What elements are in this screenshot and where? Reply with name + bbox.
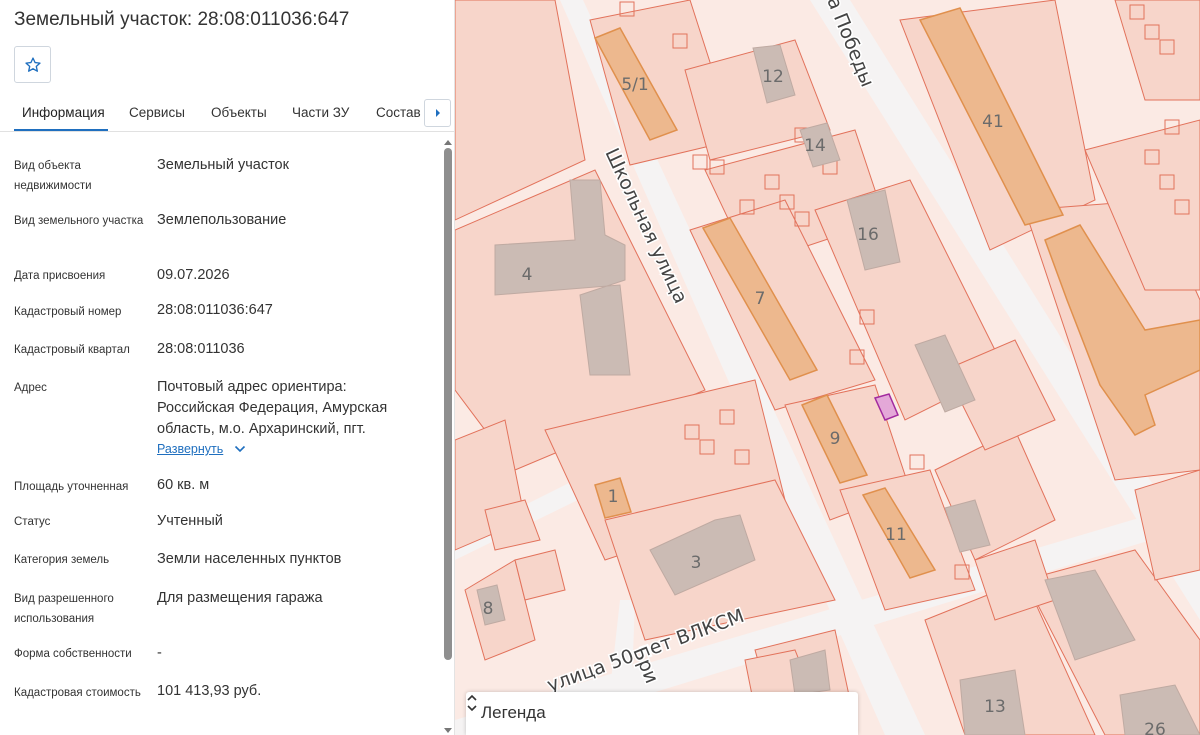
label-bldg-4: 4 [522, 265, 533, 285]
label-bldg-12: 12 [762, 67, 784, 87]
legend-label: Легенда [481, 703, 546, 722]
label-assignment-date: Дата присвоения [14, 270, 106, 282]
label-area: Площадь уточненная [14, 481, 129, 493]
label-bldg-13: 13 [984, 697, 1006, 717]
label-cadastral-quarter: Кадастровый квартал [14, 344, 130, 356]
favorite-button[interactable] [14, 46, 51, 83]
active-tab-indicator [14, 129, 108, 131]
label-bldg-8: 8 [483, 599, 494, 619]
label-parcel-type: Вид земельного участка [14, 215, 144, 227]
scroll-thumb[interactable] [444, 148, 452, 660]
label-bldg-14: 14 [804, 136, 826, 156]
tab-bar: Информация Сервисы Объекты Части ЗУ Сост… [0, 94, 454, 132]
tab-information[interactable]: Информация [22, 105, 105, 120]
tab-parcel-parts[interactable]: Части ЗУ [292, 105, 349, 120]
caret-right-icon [435, 109, 440, 117]
scroll-down-arrow-icon[interactable] [444, 728, 452, 733]
value-object-type: Земельный участок [157, 157, 289, 173]
label-bldg-41: 41 [982, 112, 1004, 132]
label-bldg-9: 9 [830, 429, 841, 449]
expand-address-link[interactable]: Развернуть [157, 442, 223, 456]
value-area: 60 кв. м [157, 477, 210, 493]
value-address: Почтовый адрес ориентира: Российская Фед… [157, 379, 388, 437]
value-cadastral-quarter: 28:08:011036 [157, 341, 245, 357]
value-status: Учтенный [157, 513, 223, 529]
label-object-type: Вид объекта недвижимости [14, 160, 92, 192]
panel-title: Земельный участок: 28:08:011036:647 [14, 9, 350, 30]
label-bldg-16: 16 [857, 225, 879, 245]
label-bldg-5-1: 5/1 [621, 75, 648, 95]
value-permitted-use: Для размещения гаража [157, 590, 323, 606]
label-cadastral-number: Кадастровый номер [14, 306, 122, 318]
tab-objects[interactable]: Объекты [211, 105, 267, 120]
value-land-category: Земли населенных пунктов [157, 551, 342, 567]
value-assignment-date: 09.07.2026 [157, 267, 230, 283]
tab-composition[interactable]: Состав [376, 105, 421, 120]
info-panel: Земельный участок: 28:08:011036:647 Инфо… [0, 0, 455, 735]
label-bldg-26: 26 [1144, 720, 1166, 735]
panel-scrollbar[interactable] [442, 140, 452, 735]
chevron-down-icon[interactable] [234, 445, 246, 453]
tabs-next-button[interactable] [424, 99, 451, 127]
scroll-up-arrow-icon[interactable] [444, 140, 452, 145]
label-status: Статус [14, 516, 51, 528]
value-cadastral-value: 101 413,93 руб. [157, 683, 262, 699]
label-land-category: Категория земель [14, 554, 110, 566]
value-cadastral-number: 28:08:011036:647 [157, 302, 273, 318]
legend-toggle[interactable]: Легенда [466, 692, 858, 735]
map-canvas[interactable]: 5/1 12 41 14 16 4 7 9 1 11 3 8 13 26 Шко… [455, 0, 1200, 735]
value-parcel-type: Землепользование [157, 212, 287, 228]
label-permitted-use: Вид разрешенного использования [14, 593, 114, 625]
label-address: Адрес [14, 382, 47, 394]
label-bldg-11: 11 [885, 525, 907, 545]
tab-services[interactable]: Сервисы [129, 105, 185, 120]
sort-arrows-icon [467, 694, 477, 712]
label-cadastral-value: Кадастровая стоимость [14, 687, 141, 699]
map-view[interactable]: 5/1 12 41 14 16 4 7 9 1 11 3 8 13 26 Шко… [455, 0, 1200, 735]
value-ownership-form: - [157, 645, 162, 661]
label-ownership-form: Форма собственности [14, 648, 132, 660]
star-icon [24, 56, 41, 72]
label-bldg-3: 3 [691, 553, 702, 573]
label-bldg-1: 1 [608, 487, 619, 507]
label-bldg-7: 7 [755, 289, 766, 309]
